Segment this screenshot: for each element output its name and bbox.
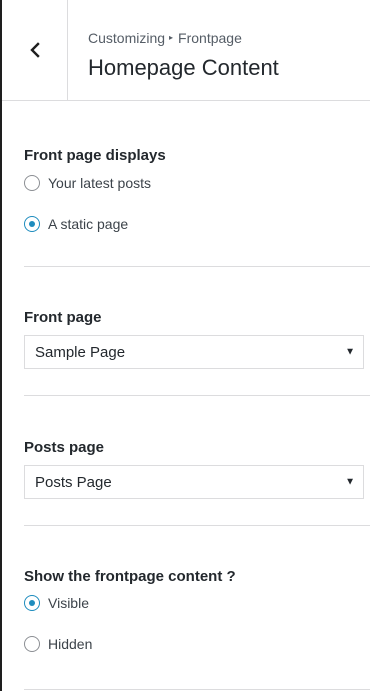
front-page-displays-section: Front page displays Your latest posts A … bbox=[24, 101, 370, 267]
radio-label: Your latest posts bbox=[48, 175, 151, 191]
radio-your-latest-posts[interactable]: Your latest posts bbox=[24, 173, 370, 193]
breadcrumb-current: Frontpage bbox=[178, 30, 242, 46]
dropdown-arrow-icon: ▼ bbox=[345, 346, 355, 358]
section-title-frontpage-content: Show the frontpage content ? bbox=[24, 568, 236, 585]
radio-circle-icon[interactable] bbox=[24, 175, 40, 191]
breadcrumb-separator-icon: ▸ bbox=[169, 33, 174, 42]
posts-page-select-value: Posts Page bbox=[35, 473, 112, 491]
posts-page-select[interactable]: Posts Page ▼ bbox=[24, 465, 364, 499]
radio-label: Hidden bbox=[48, 636, 93, 652]
breadcrumb: Customizing ▸ Frontpage bbox=[88, 29, 279, 47]
radio-label: A static page bbox=[48, 216, 129, 232]
page-title: Homepage Content bbox=[88, 55, 279, 80]
radio-label: Visible bbox=[48, 595, 89, 611]
panel-content: Front page displays Your latest posts A … bbox=[2, 101, 370, 690]
radio-a-static-page[interactable]: A static page bbox=[24, 214, 370, 234]
panel-header: Customizing ▸ Frontpage Homepage Content bbox=[2, 0, 370, 101]
front-page-section: Front page Sample Page ▼ bbox=[24, 267, 370, 396]
dropdown-arrow-icon: ▼ bbox=[345, 476, 355, 488]
radio-hidden[interactable]: Hidden bbox=[24, 634, 370, 654]
radio-circle-icon[interactable] bbox=[24, 636, 40, 652]
posts-page-section: Posts page Posts Page ▼ bbox=[24, 396, 370, 526]
radio-visible[interactable]: Visible bbox=[24, 593, 370, 613]
front-page-select[interactable]: Sample Page ▼ bbox=[24, 335, 364, 369]
section-title-front-page-displays: Front page displays bbox=[24, 147, 166, 164]
panel-title-block: Customizing ▸ Frontpage Homepage Content bbox=[68, 0, 279, 100]
breadcrumb-root: Customizing bbox=[88, 30, 166, 46]
back-button[interactable] bbox=[2, 0, 68, 100]
front-page-select-value: Sample Page bbox=[35, 343, 126, 361]
section-title-posts-page: Posts page bbox=[24, 439, 105, 456]
chevron-left-icon bbox=[29, 41, 41, 59]
radio-checked-icon[interactable] bbox=[24, 595, 40, 611]
frontpage-content-section: Show the frontpage content ? Visible Hid… bbox=[24, 526, 370, 690]
section-title-front-page: Front page bbox=[24, 309, 102, 326]
radio-checked-icon[interactable] bbox=[24, 216, 40, 232]
customizer-panel: Customizing ▸ Frontpage Homepage Content… bbox=[0, 0, 370, 691]
